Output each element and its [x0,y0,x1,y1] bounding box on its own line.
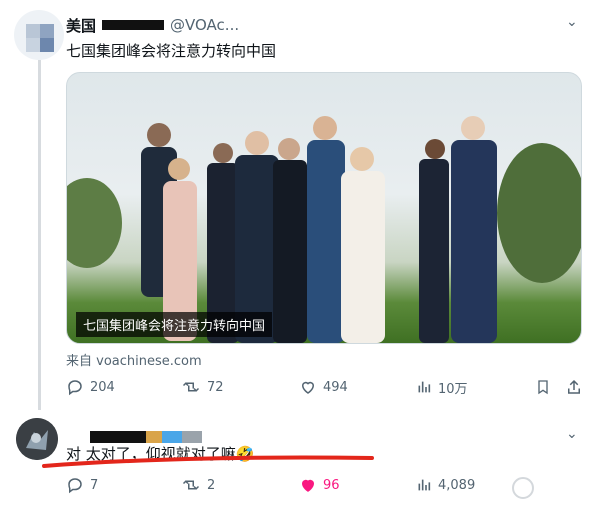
retweet-count: 72 [207,379,224,395]
redaction-block [182,431,202,443]
like-button[interactable]: 494 [299,378,348,396]
reply-icon [68,478,82,494]
heart-icon [301,479,315,492]
reply-button[interactable]: 7 [66,476,98,494]
views-count: 4,089 [438,477,476,493]
reply-count: 7 [90,477,99,493]
redaction-bar [102,20,165,30]
redaction-block [162,431,182,443]
weibo-watermark [512,477,534,499]
photo-illustration [67,116,581,343]
bookmark-icon [538,380,548,395]
post-header: 美国 @VOAc... [66,14,239,36]
views-button[interactable]: 10万 [416,378,468,397]
retweet-icon [182,382,200,392]
views-icon [418,479,431,491]
chevron-down-icon[interactable]: ⌄ [566,14,578,30]
retweet-icon [182,480,200,490]
red-underline-annotation [42,455,374,468]
redaction-block [146,431,162,443]
bookmark-button[interactable] [535,378,551,396]
retweet-button[interactable]: 72 [181,378,224,396]
like-count: 96 [323,477,340,493]
avatar[interactable] [14,10,64,60]
heart-icon [301,381,315,394]
post-actions: 204 72 494 10万 [0,376,602,398]
views-count: 10万 [438,381,468,397]
retweet-count: 2 [207,477,216,493]
author-handle[interactable]: @VOAc... [170,16,239,34]
like-button[interactable]: 96 [299,476,340,494]
watermark-logo [512,477,534,499]
chevron-down-icon[interactable]: ⌄ [566,426,578,442]
post-image[interactable] [66,72,582,344]
thread-connector [38,60,41,410]
retweet-button[interactable]: 2 [181,476,215,494]
reply-count: 204 [90,379,115,395]
views-button[interactable]: 4,089 [416,477,475,493]
reply-icon [68,380,82,396]
share-icon [568,379,580,394]
like-count: 494 [323,379,348,395]
post-text: 七国集团峰会将注意力转向中国 [66,42,277,60]
views-icon [418,381,431,393]
image-caption: 七国集团峰会将注意力转向中国 [76,312,273,337]
share-button[interactable] [565,378,583,396]
reply-button[interactable]: 204 [66,378,115,396]
author-name[interactable]: 美国 [66,15,96,36]
link-source[interactable]: 来自 voachinese.com [66,350,202,369]
